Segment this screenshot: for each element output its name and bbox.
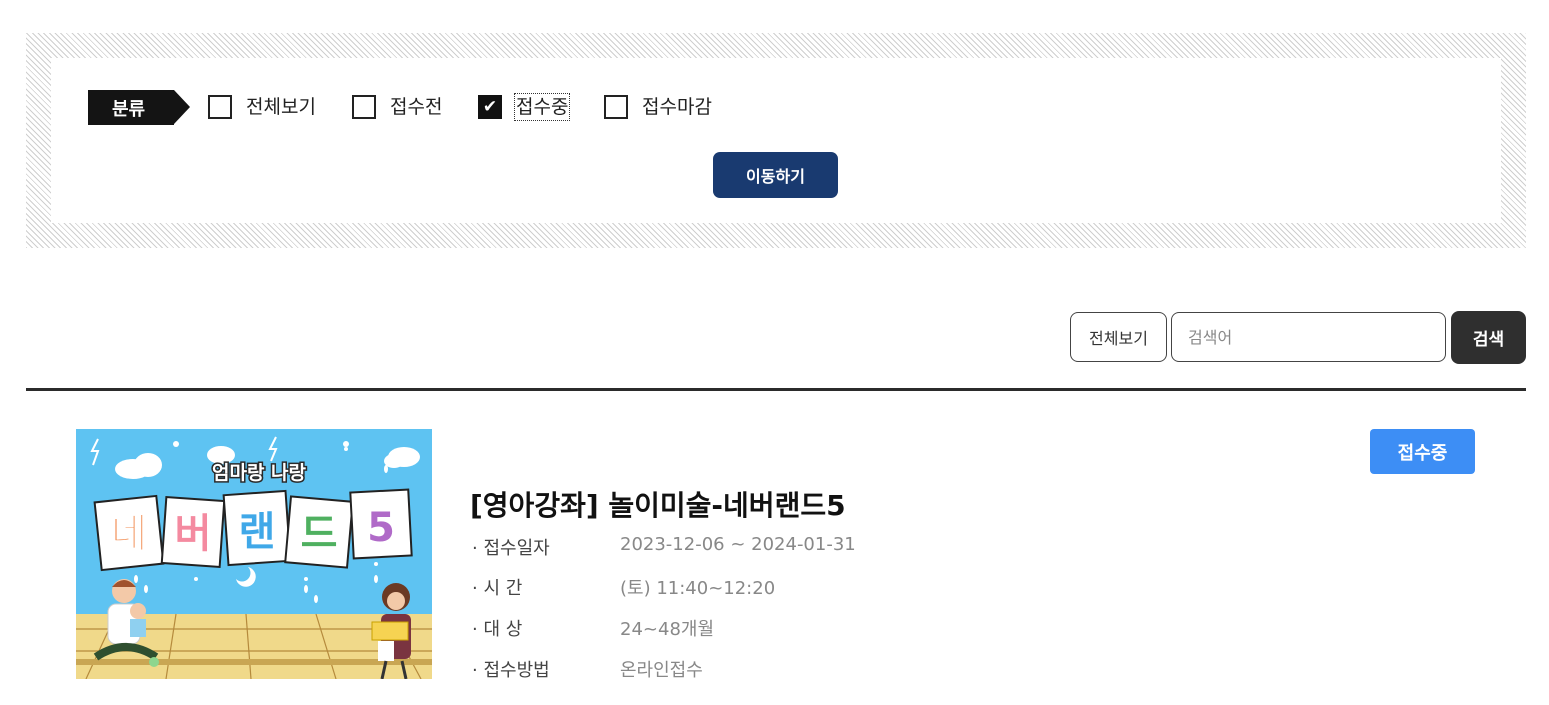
- checkbox-all[interactable]: [208, 95, 232, 119]
- view-all-button[interactable]: 전체보기: [1070, 312, 1167, 362]
- checkbox-closed[interactable]: [604, 95, 628, 119]
- filter-option-all[interactable]: 전체보기: [208, 95, 316, 119]
- category-tag: 분류: [88, 90, 190, 125]
- detail-label: · 접수일자: [472, 538, 550, 559]
- list-divider: [26, 388, 1526, 391]
- detail-label: · 대 상: [472, 619, 523, 640]
- search-input[interactable]: [1171, 312, 1446, 362]
- filter-option-label: 접수마감: [642, 96, 712, 118]
- detail-label: · 시 간: [472, 578, 523, 599]
- filter-option-label: 접수중: [513, 93, 571, 121]
- detail-value: 2023-12-06 ~ 2024-01-31: [620, 534, 856, 555]
- thumbnail-letter: 버: [175, 511, 212, 557]
- filter-option-closed[interactable]: 접수마감: [604, 95, 712, 119]
- thumbnail-letter: 랜: [239, 509, 276, 555]
- search-button[interactable]: 검색: [1451, 311, 1526, 364]
- program-thumbnail[interactable]: 엄마랑 나랑 네 버 랜 드 5: [76, 429, 432, 679]
- filter-panel: 분류 전체보기 접수전 ✔ 접수중 접수마감 이동하기: [26, 33, 1526, 248]
- thumbnail-subtitle: 엄마랑 나랑: [212, 462, 307, 484]
- checkbox-before[interactable]: [352, 95, 376, 119]
- detail-row-time: · 시 간 (토) 11:40~12:20: [472, 574, 775, 600]
- check-icon: ✔: [482, 97, 498, 117]
- filter-option-label: 전체보기: [246, 96, 316, 118]
- program-title[interactable]: [영아강좌] 놀이미술-네버랜드5: [470, 484, 846, 524]
- detail-value: 온라인접수: [620, 660, 703, 681]
- checkbox-open[interactable]: ✔: [478, 95, 502, 119]
- filter-option-before[interactable]: 접수전: [352, 95, 442, 119]
- thumbnail-illustration: 엄마랑 나랑 네 버 랜 드 5: [76, 429, 432, 679]
- detail-value: 24~48개월: [620, 619, 715, 640]
- detail-label: · 접수방법: [472, 660, 550, 681]
- thumbnail-letter: 네: [111, 511, 148, 557]
- detail-row-method: · 접수방법 온라인접수: [472, 656, 703, 682]
- thumbnail-letter: 5: [367, 505, 395, 551]
- detail-row-date: · 접수일자 2023-12-06 ~ 2024-01-31: [472, 534, 856, 560]
- detail-row-target: · 대 상 24~48개월: [472, 615, 714, 641]
- filter-option-open[interactable]: ✔ 접수중: [478, 93, 571, 121]
- thumbnail-letter: 드: [301, 511, 338, 557]
- move-button[interactable]: 이동하기: [713, 152, 838, 198]
- filter-option-label: 접수전: [390, 96, 443, 118]
- detail-value: (토) 11:40~12:20: [620, 578, 776, 599]
- filter-panel-inner: 분류 전체보기 접수전 ✔ 접수중 접수마감 이동하기: [51, 58, 1501, 223]
- status-badge: 접수중: [1370, 429, 1475, 474]
